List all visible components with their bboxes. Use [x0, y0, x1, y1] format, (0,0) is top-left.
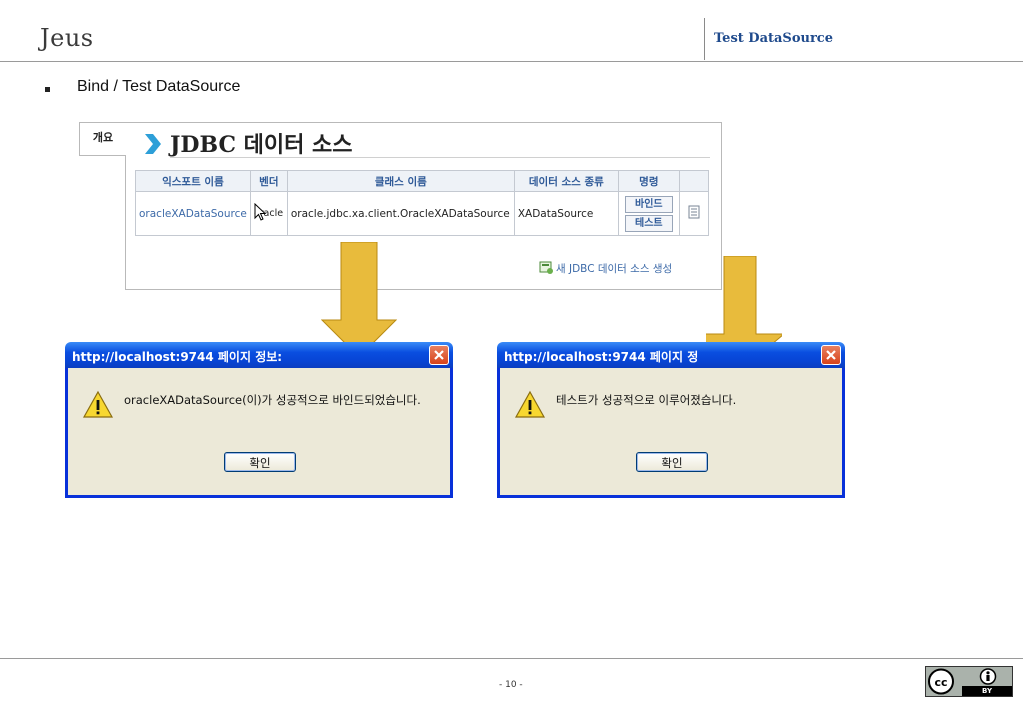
- svg-text:cc: cc: [934, 676, 947, 689]
- heading-rule: [170, 157, 710, 158]
- bullet-marker: [45, 87, 50, 92]
- dialog-title: http://localhost:9744 페이지 정: [504, 350, 699, 364]
- dialog-title: http://localhost:9744 페이지 정보:: [72, 350, 283, 364]
- new-datasource-icon: [538, 259, 554, 275]
- dialog-message: oracleXADataSource(이)가 성공적으로 바인드되었습니다.: [124, 393, 421, 407]
- test-button[interactable]: 테스트: [624, 214, 673, 232]
- col-command: 명령: [617, 170, 680, 192]
- page-number: - 10 -: [499, 680, 523, 690]
- warning-icon: [82, 390, 114, 420]
- export-name-link[interactable]: oracleXADataSource: [135, 191, 251, 236]
- close-button[interactable]: [821, 345, 841, 365]
- dialog-titlebar: http://localhost:9744 페이지 정보:: [65, 342, 453, 368]
- document-icon[interactable]: [687, 205, 701, 219]
- test-result-dialog: http://localhost:9744 페이지 정 테스트가 성공적으로 이…: [497, 342, 845, 498]
- bind-result-dialog: http://localhost:9744 페이지 정보: oracleXADa…: [65, 342, 453, 498]
- header-rule: [0, 61, 1023, 62]
- slide-title: Jeus: [40, 24, 94, 52]
- create-datasource-link[interactable]: 새 JDBC 데이터 소스 생성: [556, 261, 672, 276]
- command-cell: 바인드 테스트: [617, 191, 680, 236]
- col-extra: [678, 170, 709, 192]
- bullet-text: Bind / Test DataSource: [77, 78, 241, 95]
- ds-type-cell: XADataSource: [513, 191, 619, 236]
- table-row: oracleXADataSource oracle oracle.jdbc.xa…: [135, 191, 709, 236]
- dialog-message: 테스트가 성공적으로 이루어졌습니다.: [556, 393, 737, 407]
- tab-overview[interactable]: 개요: [79, 122, 126, 156]
- warning-icon: [514, 390, 546, 420]
- dialog-titlebar: http://localhost:9744 페이지 정: [497, 342, 845, 368]
- close-icon: [434, 350, 444, 360]
- section-title: Test DataSource: [714, 31, 833, 46]
- col-export-name: 익스포트 이름: [135, 170, 251, 192]
- bind-button[interactable]: 바인드: [624, 195, 673, 213]
- col-vendor: 벤더: [249, 170, 288, 192]
- class-name-cell: oracle.jdbc.xa.client.OracleXADataSource: [286, 191, 515, 236]
- datasource-table: 익스포트 이름 벤더 클래스 이름 데이터 소스 종류 명령 oracleXAD…: [135, 170, 709, 236]
- footer-rule: [0, 658, 1023, 659]
- jdbc-heading: JDBC 데이터 소스: [170, 132, 353, 158]
- cc-license-badge: cc BY: [925, 666, 1013, 697]
- ok-button[interactable]: 확인: [224, 452, 296, 472]
- ok-button[interactable]: 확인: [636, 452, 708, 472]
- close-button[interactable]: [429, 345, 449, 365]
- header-divider: [704, 18, 705, 60]
- table-header-row: 익스포트 이름 벤더 클래스 이름 데이터 소스 종류 명령: [135, 170, 709, 192]
- col-ds-type: 데이터 소스 종류: [513, 170, 619, 192]
- col-class-name: 클래스 이름: [286, 170, 515, 192]
- doc-cell: [678, 191, 709, 236]
- mouse-cursor-icon: [254, 202, 267, 225]
- cc-by-label: BY: [982, 687, 993, 695]
- close-icon: [826, 350, 836, 360]
